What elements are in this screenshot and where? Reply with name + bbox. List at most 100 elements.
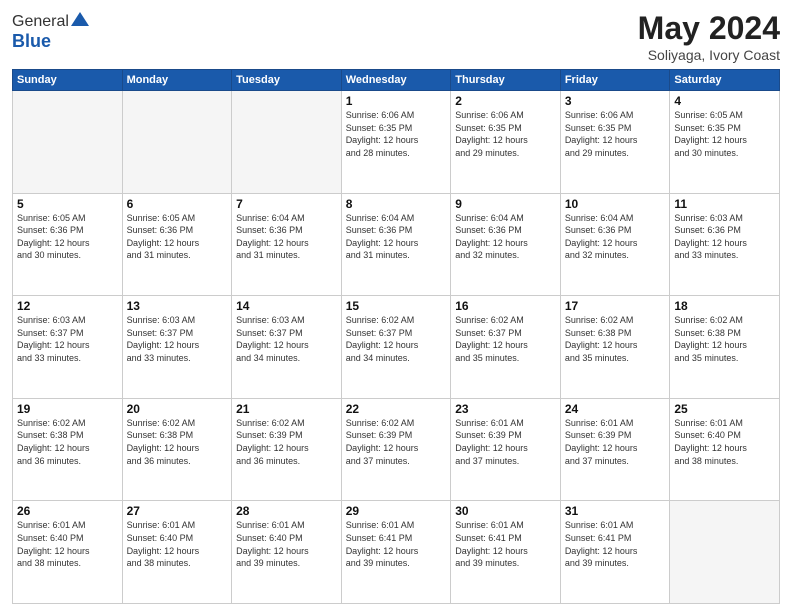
day-info: Sunrise: 6:01 AM Sunset: 6:40 PM Dayligh…: [236, 519, 337, 569]
calendar-week-row: 26Sunrise: 6:01 AM Sunset: 6:40 PM Dayli…: [13, 501, 780, 604]
header: General Blue May 2024 Soliyaga, Ivory Co…: [12, 10, 780, 63]
table-row: 6Sunrise: 6:05 AM Sunset: 6:36 PM Daylig…: [122, 193, 232, 296]
table-row: 24Sunrise: 6:01 AM Sunset: 6:39 PM Dayli…: [560, 398, 670, 501]
table-row: [13, 91, 123, 194]
day-number: 16: [455, 299, 556, 313]
day-number: 14: [236, 299, 337, 313]
day-number: 4: [674, 94, 775, 108]
table-row: 23Sunrise: 6:01 AM Sunset: 6:39 PM Dayli…: [451, 398, 561, 501]
table-row: 30Sunrise: 6:01 AM Sunset: 6:41 PM Dayli…: [451, 501, 561, 604]
weekday-header-row: Sunday Monday Tuesday Wednesday Thursday…: [13, 70, 780, 91]
day-number: 7: [236, 197, 337, 211]
day-info: Sunrise: 6:02 AM Sunset: 6:38 PM Dayligh…: [17, 417, 118, 467]
day-number: 2: [455, 94, 556, 108]
table-row: 16Sunrise: 6:02 AM Sunset: 6:37 PM Dayli…: [451, 296, 561, 399]
table-row: 15Sunrise: 6:02 AM Sunset: 6:37 PM Dayli…: [341, 296, 451, 399]
day-info: Sunrise: 6:04 AM Sunset: 6:36 PM Dayligh…: [346, 212, 447, 262]
table-row: 18Sunrise: 6:02 AM Sunset: 6:38 PM Dayli…: [670, 296, 780, 399]
day-info: Sunrise: 6:02 AM Sunset: 6:38 PM Dayligh…: [674, 314, 775, 364]
th-wednesday: Wednesday: [341, 70, 451, 91]
day-number: 28: [236, 504, 337, 518]
table-row: [670, 501, 780, 604]
logo-triangle-icon: [71, 10, 89, 28]
day-number: 25: [674, 402, 775, 416]
table-row: 28Sunrise: 6:01 AM Sunset: 6:40 PM Dayli…: [232, 501, 342, 604]
logo-general-text: General: [12, 13, 69, 31]
day-info: Sunrise: 6:01 AM Sunset: 6:41 PM Dayligh…: [565, 519, 666, 569]
day-info: Sunrise: 6:03 AM Sunset: 6:36 PM Dayligh…: [674, 212, 775, 262]
day-info: Sunrise: 6:06 AM Sunset: 6:35 PM Dayligh…: [346, 109, 447, 159]
th-tuesday: Tuesday: [232, 70, 342, 91]
th-friday: Friday: [560, 70, 670, 91]
day-info: Sunrise: 6:03 AM Sunset: 6:37 PM Dayligh…: [236, 314, 337, 364]
day-number: 18: [674, 299, 775, 313]
day-info: Sunrise: 6:01 AM Sunset: 6:39 PM Dayligh…: [565, 417, 666, 467]
day-info: Sunrise: 6:02 AM Sunset: 6:37 PM Dayligh…: [346, 314, 447, 364]
day-info: Sunrise: 6:01 AM Sunset: 6:39 PM Dayligh…: [455, 417, 556, 467]
day-info: Sunrise: 6:06 AM Sunset: 6:35 PM Dayligh…: [565, 109, 666, 159]
th-saturday: Saturday: [670, 70, 780, 91]
calendar-table: Sunday Monday Tuesday Wednesday Thursday…: [12, 69, 780, 604]
day-info: Sunrise: 6:04 AM Sunset: 6:36 PM Dayligh…: [455, 212, 556, 262]
day-info: Sunrise: 6:02 AM Sunset: 6:38 PM Dayligh…: [565, 314, 666, 364]
table-row: 26Sunrise: 6:01 AM Sunset: 6:40 PM Dayli…: [13, 501, 123, 604]
day-number: 6: [127, 197, 228, 211]
table-row: 9Sunrise: 6:04 AM Sunset: 6:36 PM Daylig…: [451, 193, 561, 296]
table-row: 13Sunrise: 6:03 AM Sunset: 6:37 PM Dayli…: [122, 296, 232, 399]
day-number: 5: [17, 197, 118, 211]
table-row: 17Sunrise: 6:02 AM Sunset: 6:38 PM Dayli…: [560, 296, 670, 399]
th-monday: Monday: [122, 70, 232, 91]
table-row: 11Sunrise: 6:03 AM Sunset: 6:36 PM Dayli…: [670, 193, 780, 296]
th-sunday: Sunday: [13, 70, 123, 91]
page: General Blue May 2024 Soliyaga, Ivory Co…: [0, 0, 792, 612]
day-info: Sunrise: 6:02 AM Sunset: 6:38 PM Dayligh…: [127, 417, 228, 467]
title-block: May 2024 Soliyaga, Ivory Coast: [638, 10, 780, 63]
table-row: 27Sunrise: 6:01 AM Sunset: 6:40 PM Dayli…: [122, 501, 232, 604]
table-row: 3Sunrise: 6:06 AM Sunset: 6:35 PM Daylig…: [560, 91, 670, 194]
day-info: Sunrise: 6:01 AM Sunset: 6:40 PM Dayligh…: [17, 519, 118, 569]
table-row: 8Sunrise: 6:04 AM Sunset: 6:36 PM Daylig…: [341, 193, 451, 296]
day-info: Sunrise: 6:02 AM Sunset: 6:37 PM Dayligh…: [455, 314, 556, 364]
day-info: Sunrise: 6:02 AM Sunset: 6:39 PM Dayligh…: [236, 417, 337, 467]
table-row: 22Sunrise: 6:02 AM Sunset: 6:39 PM Dayli…: [341, 398, 451, 501]
table-row: [232, 91, 342, 194]
day-number: 22: [346, 402, 447, 416]
table-row: 1Sunrise: 6:06 AM Sunset: 6:35 PM Daylig…: [341, 91, 451, 194]
table-row: 10Sunrise: 6:04 AM Sunset: 6:36 PM Dayli…: [560, 193, 670, 296]
day-number: 13: [127, 299, 228, 313]
day-info: Sunrise: 6:01 AM Sunset: 6:41 PM Dayligh…: [455, 519, 556, 569]
day-info: Sunrise: 6:05 AM Sunset: 6:36 PM Dayligh…: [127, 212, 228, 262]
day-number: 30: [455, 504, 556, 518]
table-row: [122, 91, 232, 194]
day-number: 11: [674, 197, 775, 211]
table-row: 12Sunrise: 6:03 AM Sunset: 6:37 PM Dayli…: [13, 296, 123, 399]
table-row: 5Sunrise: 6:05 AM Sunset: 6:36 PM Daylig…: [13, 193, 123, 296]
title-location: Soliyaga, Ivory Coast: [638, 47, 780, 63]
day-number: 1: [346, 94, 447, 108]
day-info: Sunrise: 6:01 AM Sunset: 6:41 PM Dayligh…: [346, 519, 447, 569]
day-number: 27: [127, 504, 228, 518]
day-number: 29: [346, 504, 447, 518]
day-info: Sunrise: 6:01 AM Sunset: 6:40 PM Dayligh…: [127, 519, 228, 569]
day-number: 26: [17, 504, 118, 518]
day-number: 12: [17, 299, 118, 313]
day-info: Sunrise: 6:03 AM Sunset: 6:37 PM Dayligh…: [17, 314, 118, 364]
title-month: May 2024: [638, 10, 780, 47]
day-number: 19: [17, 402, 118, 416]
table-row: 25Sunrise: 6:01 AM Sunset: 6:40 PM Dayli…: [670, 398, 780, 501]
day-number: 21: [236, 402, 337, 416]
table-row: 19Sunrise: 6:02 AM Sunset: 6:38 PM Dayli…: [13, 398, 123, 501]
table-row: 20Sunrise: 6:02 AM Sunset: 6:38 PM Dayli…: [122, 398, 232, 501]
day-info: Sunrise: 6:01 AM Sunset: 6:40 PM Dayligh…: [674, 417, 775, 467]
day-number: 3: [565, 94, 666, 108]
day-info: Sunrise: 6:02 AM Sunset: 6:39 PM Dayligh…: [346, 417, 447, 467]
table-row: 4Sunrise: 6:05 AM Sunset: 6:35 PM Daylig…: [670, 91, 780, 194]
day-number: 8: [346, 197, 447, 211]
day-info: Sunrise: 6:05 AM Sunset: 6:36 PM Dayligh…: [17, 212, 118, 262]
day-info: Sunrise: 6:05 AM Sunset: 6:35 PM Dayligh…: [674, 109, 775, 159]
day-info: Sunrise: 6:03 AM Sunset: 6:37 PM Dayligh…: [127, 314, 228, 364]
day-number: 20: [127, 402, 228, 416]
table-row: 2Sunrise: 6:06 AM Sunset: 6:35 PM Daylig…: [451, 91, 561, 194]
day-number: 10: [565, 197, 666, 211]
table-row: 7Sunrise: 6:04 AM Sunset: 6:36 PM Daylig…: [232, 193, 342, 296]
